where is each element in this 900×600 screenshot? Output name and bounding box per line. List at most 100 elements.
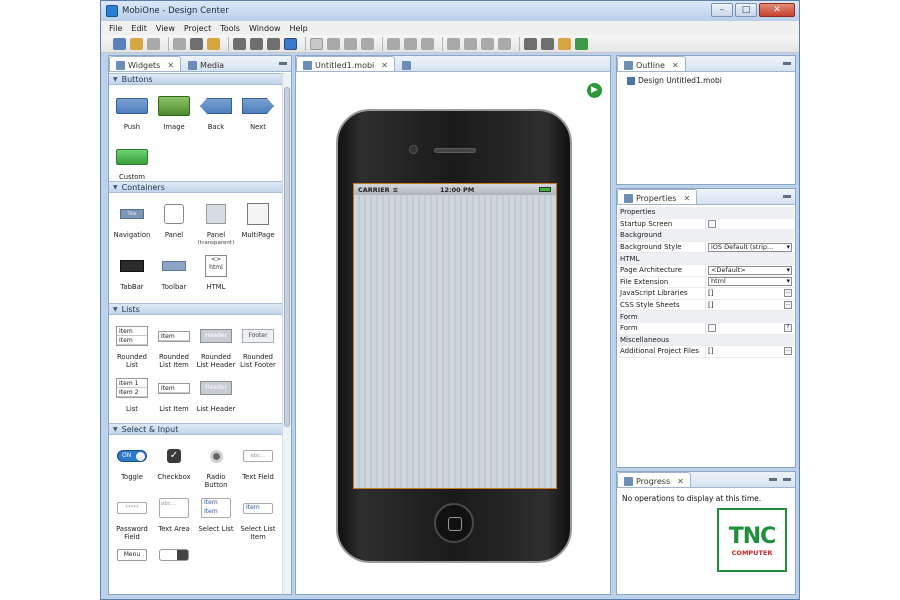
tab-untitled1[interactable]: Untitled1.mobi ✕ bbox=[296, 56, 395, 71]
widget-rounded-list-item[interactable]: Item Rounded List Item bbox=[153, 319, 195, 371]
widget-multipage[interactable]: MultiPage bbox=[237, 197, 279, 249]
menu-window[interactable]: Window bbox=[249, 24, 281, 33]
align-center-icon[interactable] bbox=[344, 37, 357, 50]
widget-dropdown[interactable] bbox=[153, 543, 195, 567]
property-value[interactable]: html bbox=[706, 277, 794, 288]
widget-back[interactable]: Back bbox=[195, 89, 237, 141]
widget-html[interactable]: <> html HTML bbox=[195, 249, 237, 301]
link-icon[interactable] bbox=[284, 37, 297, 50]
widget-panel[interactable]: Panel bbox=[153, 197, 195, 249]
property-value[interactable]: ? bbox=[706, 323, 794, 334]
maximize-button[interactable]: □ bbox=[735, 3, 757, 17]
widget-navigation[interactable]: Title Navigation bbox=[111, 197, 153, 249]
property-value[interactable]: <Default> bbox=[706, 265, 794, 276]
ellipsis-button[interactable]: ... bbox=[784, 347, 792, 356]
widget-rounded-list-header[interactable]: Header Rounded List Header bbox=[195, 319, 237, 371]
property-value[interactable]: []... bbox=[706, 300, 794, 311]
scroll-thumb[interactable] bbox=[284, 87, 290, 427]
widget-text-field[interactable]: abc... Text Field bbox=[237, 439, 279, 491]
align-middle-icon[interactable] bbox=[404, 37, 417, 50]
save-icon[interactable] bbox=[147, 37, 160, 50]
minimize-icon[interactable] bbox=[783, 62, 791, 65]
menu-edit[interactable]: Edit bbox=[131, 24, 147, 33]
widget-select-list-item[interactable]: Item Select List Item bbox=[237, 491, 279, 543]
tab-overflow[interactable] bbox=[395, 56, 418, 71]
widget-password-field[interactable]: ***** Password Field bbox=[111, 491, 153, 543]
menu-view[interactable]: View bbox=[156, 24, 175, 33]
widgets-scrollbar[interactable] bbox=[282, 73, 291, 594]
align-top-icon[interactable] bbox=[387, 37, 400, 50]
minimize-icon[interactable] bbox=[279, 62, 287, 65]
property-row[interactable]: File Extension html bbox=[618, 276, 794, 289]
close-icon[interactable]: ✕ bbox=[677, 477, 684, 486]
section-lists[interactable]: ▼ Lists bbox=[109, 303, 285, 315]
property-row[interactable]: Additional Project Files[]... bbox=[618, 346, 794, 358]
widget-list-header[interactable]: Header List Header bbox=[195, 371, 237, 423]
run-icon[interactable]: ▶ bbox=[587, 83, 602, 98]
property-row[interactable]: JavaScript Libraries[]... bbox=[618, 288, 794, 300]
close-icon[interactable]: ✕ bbox=[381, 61, 388, 70]
widget-rounded-list[interactable]: Item Item Rounded List bbox=[111, 319, 153, 371]
menu-help[interactable]: Help bbox=[290, 24, 308, 33]
property-checkbox[interactable] bbox=[708, 324, 716, 333]
property-dropdown[interactable]: iOS Default (strip... bbox=[708, 242, 792, 252]
design-canvas[interactable]: ▶ CARRIER ≋ 12:00 PM bbox=[296, 73, 610, 594]
minimize-icon[interactable] bbox=[783, 195, 791, 198]
widget-next[interactable]: Next bbox=[237, 89, 279, 141]
section-containers[interactable]: ▼ Containers bbox=[109, 181, 285, 193]
section-buttons[interactable]: ▼ Buttons bbox=[109, 73, 285, 85]
copy-icon[interactable] bbox=[173, 37, 186, 50]
widget-toolbar[interactable]: Toolbar bbox=[153, 249, 195, 301]
remove-all-icon[interactable] bbox=[769, 478, 777, 481]
close-icon[interactable]: ✕ bbox=[683, 194, 690, 203]
minimize-icon[interactable] bbox=[783, 478, 791, 481]
align-bottom-icon[interactable] bbox=[421, 37, 434, 50]
send-back-icon[interactable] bbox=[498, 37, 511, 50]
widget-rounded-list-footer[interactable]: Footer Rounded List Footer bbox=[237, 319, 279, 371]
property-row[interactable]: Page Architecture <Default> bbox=[618, 264, 794, 277]
property-value[interactable]: []... bbox=[706, 346, 794, 357]
paste-icon[interactable] bbox=[207, 37, 220, 50]
widget-image[interactable]: Image bbox=[153, 89, 195, 141]
tab-outline[interactable]: Outline ✕ bbox=[617, 56, 686, 71]
tab-media[interactable]: Media bbox=[181, 56, 231, 71]
widget-push[interactable]: Push bbox=[111, 89, 153, 141]
tab-widgets[interactable]: Widgets ✕ bbox=[109, 56, 182, 71]
cut-icon[interactable] bbox=[190, 37, 203, 50]
close-icon[interactable]: ✕ bbox=[167, 61, 174, 70]
widget-tabbar[interactable]: TabBar bbox=[111, 249, 153, 301]
widget-list-item[interactable]: Item List Item bbox=[153, 371, 195, 423]
property-dropdown[interactable]: html bbox=[708, 277, 792, 287]
property-value[interactable]: iOS Default (strip... bbox=[706, 242, 794, 253]
property-row[interactable]: CSS Style Sheets[]... bbox=[618, 299, 794, 312]
bring-forward-icon[interactable] bbox=[447, 37, 460, 50]
minimize-button[interactable]: – bbox=[711, 3, 733, 17]
select-icon[interactable] bbox=[310, 37, 323, 50]
widget-list[interactable]: Item 1 Item 2 List bbox=[111, 371, 153, 423]
tab-progress[interactable]: Progress ✕ bbox=[617, 472, 691, 487]
widget-custom[interactable]: Custom bbox=[111, 141, 153, 181]
tab-properties[interactable]: Properties ✕ bbox=[617, 189, 698, 204]
property-row[interactable]: Startup Screen bbox=[618, 218, 794, 231]
align-left-icon[interactable] bbox=[327, 37, 340, 50]
ellipsis-button[interactable]: ... bbox=[784, 300, 792, 309]
widget-text-area[interactable]: abc... Text Area bbox=[153, 491, 195, 543]
align-right-icon[interactable] bbox=[361, 37, 374, 50]
new-icon[interactable] bbox=[113, 37, 126, 50]
move-up-icon[interactable] bbox=[464, 37, 477, 50]
menu-project[interactable]: Project bbox=[184, 24, 211, 33]
device-icon[interactable] bbox=[250, 37, 263, 50]
run-options-icon[interactable] bbox=[541, 37, 554, 50]
deploy-icon[interactable] bbox=[575, 37, 588, 50]
settings-icon[interactable] bbox=[524, 37, 537, 50]
property-checkbox[interactable] bbox=[708, 219, 716, 228]
help-icon[interactable]: ? bbox=[784, 323, 792, 332]
tools-icon[interactable] bbox=[558, 37, 571, 50]
section-select-input[interactable]: ▼ Select & Input bbox=[109, 423, 285, 435]
widget-menu[interactable]: Menu bbox=[111, 543, 153, 567]
ellipsis-button[interactable]: ... bbox=[784, 289, 792, 298]
menu-tools[interactable]: Tools bbox=[220, 24, 240, 33]
property-value[interactable] bbox=[706, 219, 794, 230]
widget-select-list[interactable]: Item Item Select List bbox=[195, 491, 237, 543]
property-row[interactable]: Background Style iOS Default (strip... bbox=[618, 241, 794, 254]
